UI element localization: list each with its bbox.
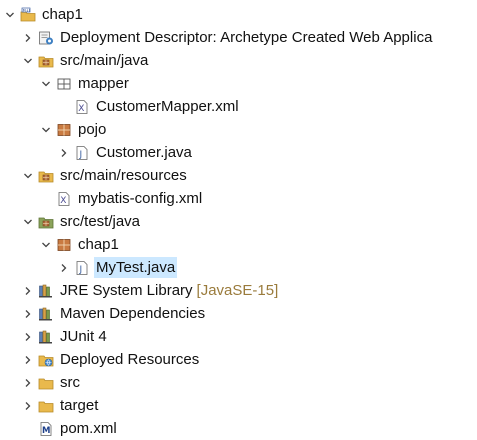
jre-version-decorator: [JavaSE-15]: [196, 282, 279, 299]
chevron-down-icon[interactable]: [38, 76, 54, 92]
tree-item-maven-dependencies[interactable]: Maven Dependencies: [0, 302, 477, 325]
customer-java-label: Customer.java: [96, 144, 192, 161]
project-label: chap1: [42, 6, 83, 23]
tree-item-junit[interactable]: JUnit 4: [0, 325, 477, 348]
chevron-right-icon[interactable]: [20, 375, 36, 391]
library-icon: [38, 329, 54, 345]
src-main-resources-label: src/main/resources: [60, 167, 187, 184]
svg-text:M↓J: M↓J: [23, 8, 30, 12]
package-icon: [56, 237, 72, 253]
folder-icon: [38, 375, 54, 391]
tree-item-src-main-resources[interactable]: src/main/resources: [0, 164, 477, 187]
tree-item-pojo-package[interactable]: pojo: [0, 118, 477, 141]
chevron-right-icon[interactable]: [20, 398, 36, 414]
chevron-right-icon[interactable]: [20, 306, 36, 322]
source-folder-icon: [38, 53, 54, 69]
src-folder-label: src: [60, 374, 80, 391]
chevron-down-icon[interactable]: [20, 214, 36, 230]
chevron-down-icon[interactable]: [2, 7, 18, 23]
svg-text:X: X: [60, 196, 66, 206]
chevron-right-icon[interactable]: [20, 30, 36, 46]
maven-web-project-icon: M↓J: [20, 7, 36, 23]
chevron-down-icon[interactable]: [38, 122, 54, 138]
svg-text:M: M: [42, 426, 50, 436]
tree-item-mytest-java[interactable]: J MyTest.java: [0, 256, 477, 279]
tree-item-src-main-java[interactable]: src/main/java: [0, 49, 477, 72]
tree-item-customer-mapper-xml[interactable]: X CustomerMapper.xml: [0, 95, 477, 118]
junit-label: JUnit 4: [60, 328, 107, 345]
tree-item-src-test-java[interactable]: src/test/java: [0, 210, 477, 233]
tree-item-mybatis-config-xml[interactable]: X mybatis-config.xml: [0, 187, 477, 210]
tree-item-jre-system-library[interactable]: JRE System Library [JavaSE-15]: [0, 279, 477, 302]
svg-text:J: J: [79, 265, 83, 275]
customer-mapper-xml-label: CustomerMapper.xml: [96, 98, 239, 115]
test-source-folder-icon: [38, 214, 54, 230]
src-main-java-label: src/main/java: [60, 52, 149, 69]
mybatis-config-xml-label: mybatis-config.xml: [78, 190, 203, 207]
xml-file-icon: X: [74, 99, 90, 115]
pojo-label: pojo: [78, 121, 107, 138]
jre-system-library-label: JRE System Library: [60, 282, 193, 299]
tree-item-project[interactable]: M↓J chap1: [0, 3, 477, 26]
tree-item-deployment-descriptor[interactable]: Deployment Descriptor: Archetype Created…: [0, 26, 477, 49]
tree-item-deployed-resources[interactable]: Deployed Resources: [0, 348, 477, 371]
deployed-resources-label: Deployed Resources: [60, 351, 200, 368]
project-explorer-tree: M↓J chap1 Deployment Descriptor: Archety…: [0, 3, 477, 440]
svg-text:X: X: [78, 104, 84, 114]
pom-xml-label: pom.xml: [60, 420, 117, 437]
tree-item-customer-java[interactable]: J Customer.java: [0, 141, 477, 164]
folder-icon: [38, 398, 54, 414]
java-file-icon: J: [74, 260, 90, 276]
xml-file-icon: X: [56, 191, 72, 207]
library-icon: [38, 306, 54, 322]
deployment-descriptor-icon: [38, 30, 54, 46]
source-folder-icon: [38, 168, 54, 184]
mapper-label: mapper: [78, 75, 129, 92]
java-file-icon: J: [74, 145, 90, 161]
chevron-right-icon[interactable]: [56, 145, 72, 161]
tree-item-pom-xml[interactable]: M pom.xml: [0, 417, 477, 440]
chevron-right-icon[interactable]: [20, 352, 36, 368]
tree-item-src-folder[interactable]: src: [0, 371, 477, 394]
maven-dependencies-label: Maven Dependencies: [60, 305, 206, 322]
target-folder-label: target: [60, 397, 99, 414]
library-icon: [38, 283, 54, 299]
pom-file-icon: M: [38, 421, 54, 437]
tree-item-target-folder[interactable]: target: [0, 394, 477, 417]
chevron-down-icon[interactable]: [20, 53, 36, 69]
chevron-right-icon[interactable]: [20, 283, 36, 299]
deployment-descriptor-label: Deployment Descriptor: Archetype Created…: [60, 29, 433, 46]
svg-text:J: J: [79, 150, 83, 160]
src-test-java-label: src/test/java: [60, 213, 141, 230]
chevron-right-icon[interactable]: [56, 260, 72, 276]
package-icon: [56, 76, 72, 92]
deployed-resources-icon: [38, 352, 54, 368]
tree-item-mapper-package[interactable]: mapper: [0, 72, 477, 95]
mytest-java-label: MyTest.java: [96, 259, 176, 276]
chevron-down-icon[interactable]: [20, 168, 36, 184]
chap1-package-label: chap1: [78, 236, 119, 253]
chevron-down-icon[interactable]: [38, 237, 54, 253]
chevron-right-icon[interactable]: [20, 329, 36, 345]
tree-item-chap1-package[interactable]: chap1: [0, 233, 477, 256]
package-icon: [56, 122, 72, 138]
